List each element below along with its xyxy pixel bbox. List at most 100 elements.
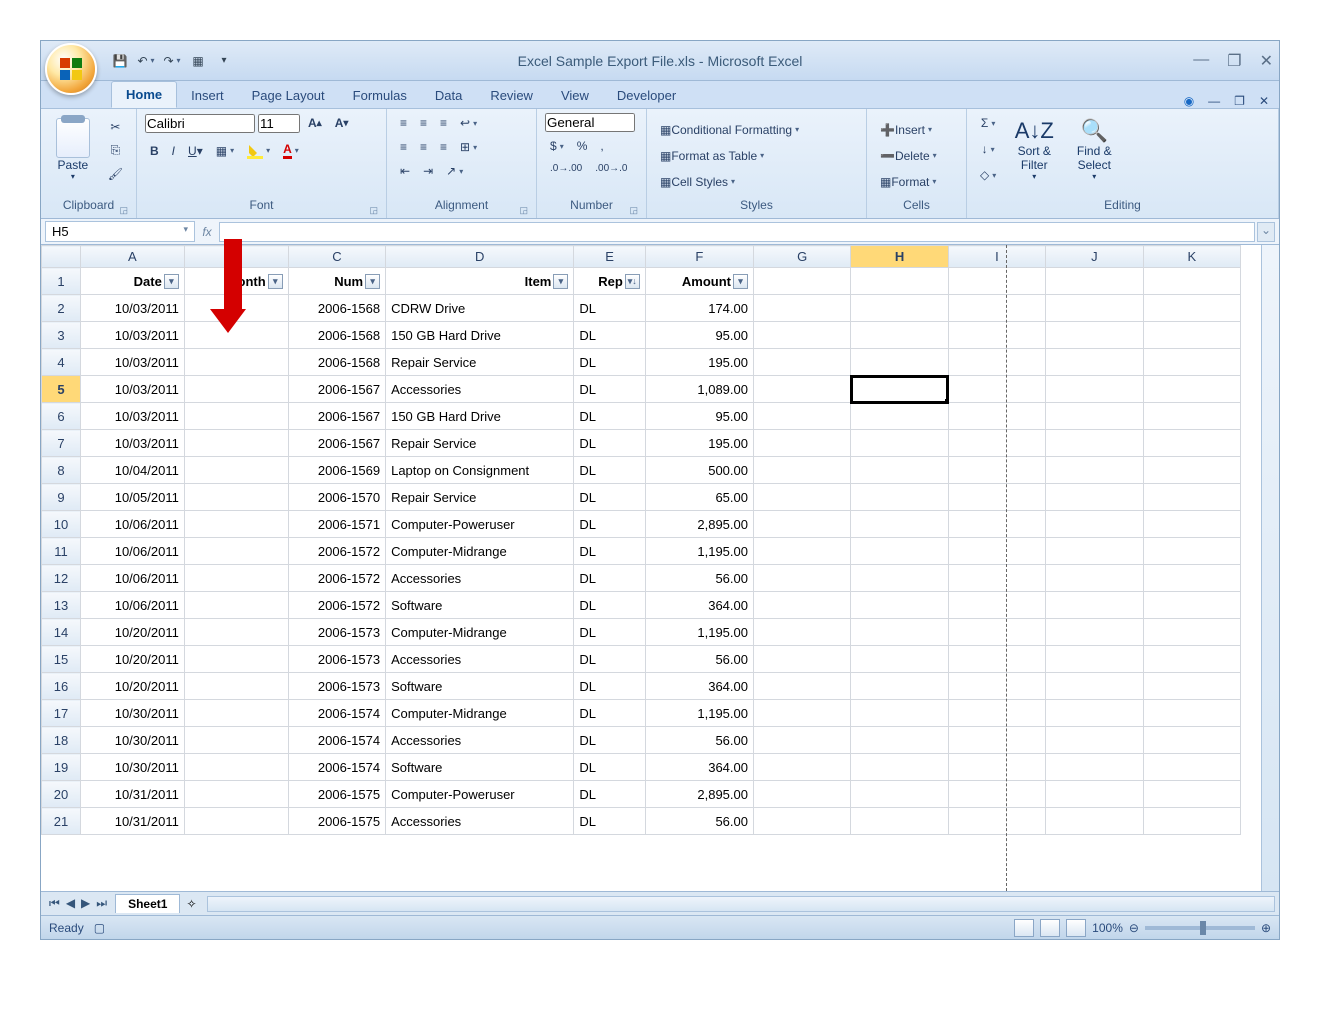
cell[interactable] <box>1046 322 1143 349</box>
new-sheet-button[interactable]: ✧ <box>180 897 202 911</box>
cell[interactable] <box>948 673 1045 700</box>
cell[interactable]: 10/03/2011 <box>80 430 184 457</box>
cell[interactable]: 10/03/2011 <box>80 322 184 349</box>
orientation-button[interactable]: ↗ <box>441 161 468 181</box>
cell[interactable]: Repair Service <box>386 349 574 376</box>
cell[interactable] <box>1143 457 1240 484</box>
find-select-button[interactable]: 🔍 Find & Select▾ <box>1067 113 1121 185</box>
cell[interactable]: 2006-1567 <box>288 430 385 457</box>
cell[interactable]: 10/30/2011 <box>80 700 184 727</box>
select-all-corner[interactable] <box>42 246 81 268</box>
tab-formulas[interactable]: Formulas <box>339 83 421 108</box>
row-header-15[interactable]: 15 <box>42 646 81 673</box>
cell[interactable] <box>851 376 948 403</box>
paste-button[interactable]: Paste▾ <box>49 113 97 185</box>
cell[interactable] <box>948 592 1045 619</box>
cell[interactable] <box>753 295 850 322</box>
qat-customize[interactable]: ▾ <box>215 52 233 70</box>
row-header-13[interactable]: 13 <box>42 592 81 619</box>
cell[interactable] <box>753 403 850 430</box>
view-page-layout-button[interactable] <box>1040 919 1060 937</box>
cell[interactable] <box>753 619 850 646</box>
cell[interactable] <box>851 781 948 808</box>
cell[interactable]: 2006-1572 <box>288 565 385 592</box>
cell[interactable] <box>184 808 288 835</box>
cell[interactable]: 2006-1573 <box>288 673 385 700</box>
cell[interactable] <box>1143 511 1240 538</box>
cell[interactable] <box>753 700 850 727</box>
restore-button[interactable]: ❐ <box>1227 51 1241 71</box>
cell[interactable]: Accessories <box>386 646 574 673</box>
cell[interactable] <box>851 268 948 295</box>
cell[interactable] <box>851 808 948 835</box>
cell[interactable]: Software <box>386 592 574 619</box>
cell[interactable]: DL <box>574 457 645 484</box>
workbook-minimize[interactable]: — <box>1208 94 1220 108</box>
cell[interactable]: 10/20/2011 <box>80 646 184 673</box>
tab-page-layout[interactable]: Page Layout <box>238 83 339 108</box>
zoom-out-button[interactable]: ⊖ <box>1129 921 1139 935</box>
filter-button-date[interactable]: ▾ <box>164 274 179 289</box>
row-header-5[interactable]: 5 <box>42 376 81 403</box>
cell[interactable] <box>1143 538 1240 565</box>
row-header-20[interactable]: 20 <box>42 781 81 808</box>
number-dialog-launcher[interactable]: ◲ <box>629 205 638 216</box>
cell[interactable]: Date▾ <box>80 268 184 295</box>
tab-view[interactable]: View <box>547 83 603 108</box>
formula-input[interactable] <box>219 222 1255 242</box>
align-middle-button[interactable]: ≡ <box>415 113 432 133</box>
view-page-break-button[interactable] <box>1066 919 1086 937</box>
cut-button[interactable]: ✂ <box>103 117 128 137</box>
cell[interactable]: 56.00 <box>645 727 753 754</box>
cell[interactable] <box>851 673 948 700</box>
cell[interactable]: 500.00 <box>645 457 753 484</box>
row-header-4[interactable]: 4 <box>42 349 81 376</box>
cell[interactable] <box>753 322 850 349</box>
cell[interactable] <box>948 457 1045 484</box>
filter-button-amount[interactable]: ▾ <box>733 274 748 289</box>
cell[interactable] <box>851 484 948 511</box>
cell[interactable] <box>1046 673 1143 700</box>
cell[interactable] <box>1046 403 1143 430</box>
cell-styles-button[interactable]: ▦ Cell Styles <box>655 172 740 192</box>
cell[interactable]: Laptop on Consignment <box>386 457 574 484</box>
cell[interactable] <box>184 619 288 646</box>
cell[interactable]: DL <box>574 322 645 349</box>
cell[interactable] <box>753 349 850 376</box>
cell[interactable] <box>851 619 948 646</box>
cell[interactable]: Repair Service <box>386 484 574 511</box>
cell[interactable]: 2006-1572 <box>288 592 385 619</box>
close-button[interactable]: ✕ <box>1260 51 1273 71</box>
cell[interactable]: Accessories <box>386 808 574 835</box>
cell[interactable] <box>851 565 948 592</box>
cell[interactable] <box>948 808 1045 835</box>
cell[interactable]: 2006-1567 <box>288 376 385 403</box>
cell[interactable]: 2006-1567 <box>288 403 385 430</box>
cell[interactable] <box>948 700 1045 727</box>
cell[interactable]: 150 GB Hard Drive <box>386 403 574 430</box>
cell[interactable] <box>184 754 288 781</box>
cell[interactable]: 195.00 <box>645 349 753 376</box>
clear-button[interactable]: ◇ <box>975 165 1001 185</box>
cell[interactable]: 10/06/2011 <box>80 538 184 565</box>
cell[interactable]: 195.00 <box>645 430 753 457</box>
cell[interactable] <box>184 322 288 349</box>
cell[interactable]: 56.00 <box>645 565 753 592</box>
cell[interactable] <box>1143 808 1240 835</box>
fx-icon[interactable]: fx <box>197 225 217 239</box>
cell[interactable] <box>1046 484 1143 511</box>
cell[interactable] <box>851 403 948 430</box>
cell[interactable] <box>1046 457 1143 484</box>
cell[interactable] <box>184 376 288 403</box>
cell[interactable] <box>851 538 948 565</box>
increase-font-button[interactable]: A▴ <box>303 113 327 133</box>
row-header-1[interactable]: 1 <box>42 268 81 295</box>
cell[interactable]: Repair Service <box>386 430 574 457</box>
cell[interactable]: DL <box>574 376 645 403</box>
column-header-A[interactable]: A <box>80 246 184 268</box>
cell[interactable]: 2006-1570 <box>288 484 385 511</box>
cell[interactable]: 1,195.00 <box>645 700 753 727</box>
fill-color-button[interactable] <box>242 140 275 162</box>
column-header-J[interactable]: J <box>1046 246 1143 268</box>
cell[interactable] <box>948 268 1045 295</box>
